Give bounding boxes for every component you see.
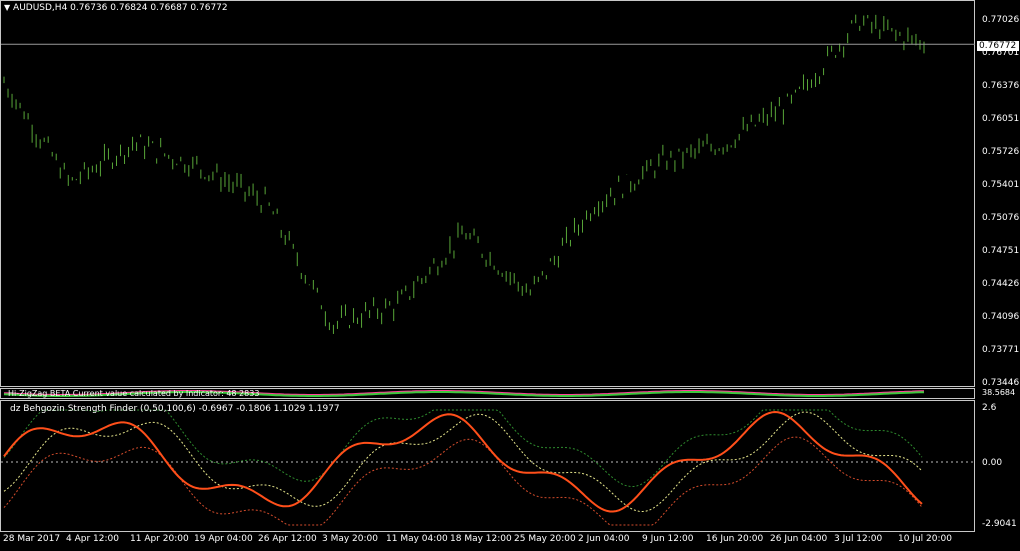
price-tick: 0.76051 (982, 114, 1020, 124)
price-tick: 0.75401 (982, 180, 1020, 190)
time-tick: 11 Apr 20:00 (130, 534, 189, 544)
time-tick: 3 May 20:00 (322, 534, 378, 544)
strength-tick: -2.9041 (982, 519, 1017, 529)
symbol-dropdown-icon[interactable]: ▼ (4, 3, 10, 12)
time-tick: 26 Jun 04:00 (770, 534, 828, 544)
chart-canvas (1, 14, 975, 526)
price-axis[interactable] (976, 0, 1020, 532)
symbol-timeframe: AUDUSD,H4 (13, 3, 68, 13)
current-price-marker: 0.76772 (977, 41, 1019, 51)
time-tick: 26 Apr 12:00 (258, 534, 317, 544)
price-tick: 0.74096 (982, 312, 1020, 322)
time-tick: 28 Mar 2017 (3, 534, 61, 544)
chart-header: ▼ AUDUSD,H4 0.76736 0.76824 0.76687 0.76… (4, 3, 228, 13)
ohlc-values: 0.76736 0.76824 0.76687 0.76772 (70, 3, 228, 13)
price-tick: 0.77026 (982, 15, 1020, 25)
price-tick: 0.75726 (982, 147, 1020, 157)
time-tick: 3 Jul 12:00 (834, 534, 883, 544)
time-tick: 18 May 12:00 (450, 534, 512, 544)
time-tick: 16 Jun 20:00 (706, 534, 764, 544)
zigzag-label: Hi-ZigZag BETA Current value calculated … (8, 389, 260, 398)
time-tick: 10 Jul 20:00 (898, 534, 952, 544)
price-tick: 0.74751 (982, 246, 1020, 256)
price-tick: 0.74426 (982, 279, 1020, 289)
strength-tick: 0.00 (982, 458, 1003, 468)
time-tick: 11 May 04:00 (386, 534, 448, 544)
time-tick: 25 May 20:00 (514, 534, 576, 544)
strength-band-lower (3, 436, 923, 526)
price-tick: 0.73771 (982, 345, 1020, 355)
time-tick: 4 Apr 12:00 (66, 534, 119, 544)
price-tick: 0.73446 (982, 378, 1020, 388)
strength-band-upper (3, 409, 923, 487)
time-tick: 9 Jun 12:00 (642, 534, 694, 544)
price-tick: 0.76376 (982, 81, 1020, 91)
price-tick: 0.75076 (982, 213, 1020, 223)
strength-finder-label: dz Behgozin Strength Finder (0,50,100,6)… (10, 404, 340, 414)
time-tick: 19 Apr 04:00 (194, 534, 253, 544)
time-tick: 2 Jun 04:00 (578, 534, 630, 544)
strength-tick: 2.6 (982, 403, 997, 413)
